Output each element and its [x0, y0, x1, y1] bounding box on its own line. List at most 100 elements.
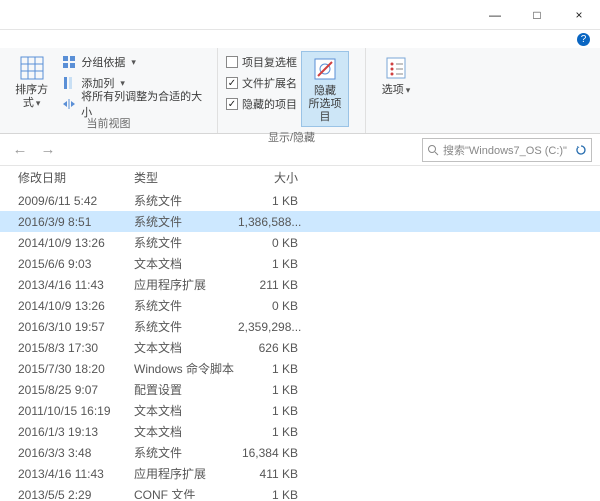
group-by-label: 分组依据 [81, 54, 125, 70]
group-by-button[interactable]: 分组依据 ▾ [61, 53, 211, 71]
cell-size: 0 KB [238, 299, 306, 313]
table-row[interactable]: 2016/1/3 19:13文本文档1 KB [0, 421, 600, 442]
cell-date: 2016/3/9 8:51 [18, 215, 134, 229]
hidden-items-toggle[interactable]: ✓ 隐藏的项目 [226, 95, 297, 113]
group-showhide-label: 显示/隐藏 [224, 127, 359, 148]
minimize-button[interactable]: — [474, 1, 516, 29]
hidden-items-label: 隐藏的项目 [242, 96, 297, 112]
checkbox-checked-icon: ✓ [226, 98, 238, 110]
cell-type: 系统文件 [134, 297, 238, 314]
cell-date: 2011/10/15 16:19 [18, 404, 134, 418]
col-size-header[interactable]: 大小 [238, 169, 306, 186]
cell-date: 2016/3/3 3:48 [18, 446, 134, 460]
table-row[interactable]: 2015/8/3 17:30文本文档626 KB [0, 337, 600, 358]
cell-date: 2013/4/16 11:43 [18, 278, 134, 292]
table-row[interactable]: 2013/4/16 11:43应用程序扩展411 KB [0, 463, 600, 484]
nav-back-button[interactable]: ← [8, 138, 32, 162]
table-row[interactable]: 2015/8/25 9:07配置设置1 KB [0, 379, 600, 400]
sort-label: 排序方式 [15, 84, 48, 109]
cell-type: 系统文件 [134, 444, 238, 461]
search-placeholder: 搜索"Windows7_OS (C:)" [443, 142, 571, 158]
titlebar: — □ × [0, 0, 600, 30]
cell-size: 626 KB [238, 341, 306, 355]
cell-size: 411 KB [238, 467, 306, 481]
help-bar: ? [0, 30, 600, 48]
ribbon-group-options: 选项▾ [366, 48, 426, 133]
table-row[interactable]: 2013/4/16 11:43应用程序扩展211 KB [0, 274, 600, 295]
column-headers: 修改日期 类型 大小 [0, 166, 600, 190]
cell-size: 1 KB [238, 362, 306, 376]
cell-size: 0 KB [238, 236, 306, 250]
search-icon [427, 144, 439, 156]
cell-size: 211 KB [238, 278, 306, 292]
close-button[interactable]: × [558, 1, 600, 29]
table-row[interactable]: 2016/3/3 3:48系统文件16,384 KB [0, 442, 600, 463]
autofit-button[interactable]: 将所有列调整为合适的大小 [61, 95, 211, 113]
maximize-button[interactable]: □ [516, 1, 558, 29]
cell-size: 1 KB [238, 383, 306, 397]
add-column-icon [61, 75, 77, 91]
autofit-icon [61, 96, 77, 112]
table-row[interactable]: 2016/3/9 8:51系统文件1,386,588... [0, 211, 600, 232]
hide-icon [310, 54, 340, 84]
cell-size: 1 KB [238, 488, 306, 500]
table-row[interactable]: 2016/3/10 19:57系统文件2,359,298... [0, 316, 600, 337]
checkbox-checked-icon: ✓ [226, 77, 238, 89]
sort-by-button[interactable]: 排序方式▾ [6, 51, 57, 113]
cell-size: 1 KB [238, 404, 306, 418]
table-row[interactable]: 2015/7/30 18:20Windows 命令脚本1 KB [0, 358, 600, 379]
table-row[interactable]: 2009/6/11 5:42系统文件1 KB [0, 190, 600, 211]
table-row[interactable]: 2011/10/15 16:19文本文档1 KB [0, 400, 600, 421]
cell-type: 配置设置 [134, 381, 238, 398]
options-button[interactable]: 选项▾ [372, 51, 420, 116]
col-date-header[interactable]: 修改日期 [18, 169, 134, 186]
table-row[interactable]: 2013/5/5 2:29CONF 文件1 KB [0, 484, 600, 499]
cell-type: 应用程序扩展 [134, 276, 238, 293]
file-extensions-toggle[interactable]: ✓ 文件扩展名 [226, 74, 297, 92]
cell-type: 系统文件 [134, 213, 238, 230]
hide-selected-label-1: 隐藏 [314, 85, 336, 97]
cell-type: Windows 命令脚本 [134, 360, 238, 377]
cell-date: 2016/1/3 19:13 [18, 425, 134, 439]
options-icon [381, 53, 411, 83]
cell-size: 1,386,588... [238, 215, 306, 229]
ribbon: 排序方式▾ 分组依据▾ 添加列▾ 将所有列调整为合适的大小 当前视图 [0, 48, 600, 134]
chevron-down-icon: ▾ [131, 57, 136, 68]
cell-type: 文本文档 [134, 339, 238, 356]
cell-type: 文本文档 [134, 423, 238, 440]
cell-type: 系统文件 [134, 318, 238, 335]
table-row[interactable]: 2015/6/6 9:03文本文档1 KB [0, 253, 600, 274]
group-view-label: 当前视图 [6, 113, 211, 134]
help-icon[interactable]: ? [577, 33, 590, 46]
cell-size: 16,384 KB [238, 446, 306, 460]
cell-type: 文本文档 [134, 255, 238, 272]
refresh-icon[interactable] [575, 144, 587, 156]
cell-type: CONF 文件 [134, 486, 238, 499]
nav-fwd-button[interactable]: → [36, 138, 60, 162]
table-row[interactable]: 2014/10/9 13:26系统文件0 KB [0, 295, 600, 316]
cell-type: 应用程序扩展 [134, 465, 238, 482]
cell-date: 2013/4/16 11:43 [18, 467, 134, 481]
checkbox-unchecked-icon [226, 56, 238, 68]
ribbon-group-showhide: 项目复选框 ✓ 文件扩展名 ✓ 隐藏的项目 隐藏所选项目 显示/隐藏 [218, 48, 366, 133]
cell-date: 2015/6/6 9:03 [18, 257, 134, 271]
cell-date: 2013/5/5 2:29 [18, 488, 134, 500]
cell-type: 文本文档 [134, 402, 238, 419]
item-checkboxes-toggle[interactable]: 项目复选框 [226, 53, 297, 71]
cell-date: 2015/8/3 17:30 [18, 341, 134, 355]
chevron-down-icon: ▾ [36, 98, 41, 108]
table-row[interactable]: 2014/10/9 13:26系统文件0 KB [0, 232, 600, 253]
cell-date: 2015/7/30 18:20 [18, 362, 134, 376]
ribbon-group-view: 排序方式▾ 分组依据▾ 添加列▾ 将所有列调整为合适的大小 当前视图 [0, 48, 218, 133]
cell-size: 1 KB [238, 257, 306, 271]
hide-selected-button[interactable]: 隐藏所选项目 [301, 51, 349, 127]
cell-date: 2014/10/9 13:26 [18, 236, 134, 250]
search-box[interactable]: 搜索"Windows7_OS (C:)" [422, 138, 592, 162]
group-icon [61, 54, 77, 70]
cell-date: 2016/3/10 19:57 [18, 320, 134, 334]
cell-date: 2015/8/25 9:07 [18, 383, 134, 397]
cell-size: 2,359,298... [238, 320, 306, 334]
options-label: 选项 [382, 84, 404, 96]
cell-size: 1 KB [238, 194, 306, 208]
col-type-header[interactable]: 类型 [134, 169, 238, 186]
